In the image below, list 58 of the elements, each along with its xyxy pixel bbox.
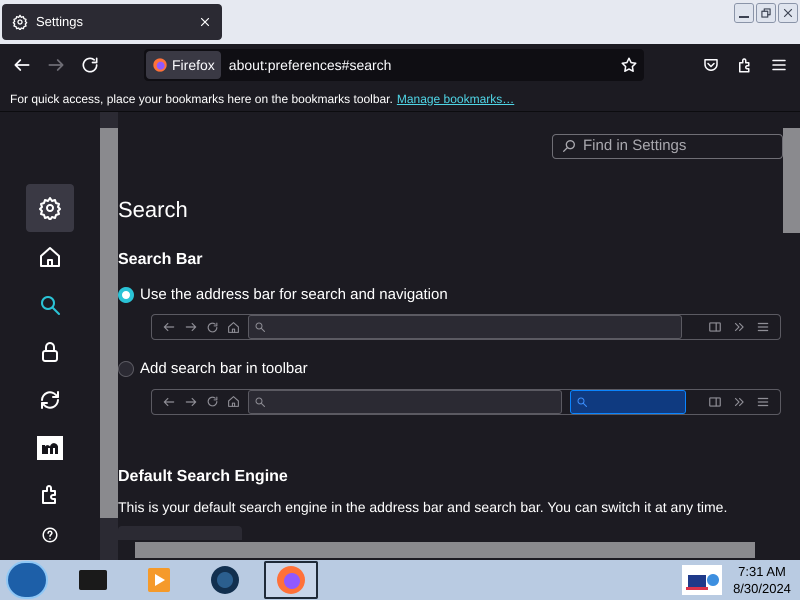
firefox-logo-icon bbox=[276, 565, 306, 595]
minimize-icon bbox=[739, 16, 749, 18]
minimize-button[interactable] bbox=[734, 3, 754, 23]
gear-icon bbox=[12, 14, 28, 30]
address-bar[interactable]: Firefox about:preferences#search bbox=[144, 49, 644, 81]
search-icon bbox=[254, 321, 266, 333]
restore-icon bbox=[759, 6, 773, 20]
close-button[interactable] bbox=[778, 3, 798, 23]
m-logo-icon bbox=[37, 436, 63, 460]
start-button[interactable] bbox=[6, 561, 48, 599]
network-icon[interactable] bbox=[682, 565, 722, 595]
search-icon bbox=[38, 293, 62, 317]
section-heading: Search Bar bbox=[118, 250, 204, 270]
sidebar-icon bbox=[708, 320, 722, 334]
play-icon bbox=[146, 566, 172, 594]
menu-icon bbox=[756, 320, 770, 334]
clock-date: 8/30/2024 bbox=[733, 580, 791, 597]
sync-icon bbox=[38, 388, 62, 412]
reload-icon bbox=[206, 320, 219, 334]
sidebar-icon bbox=[708, 394, 722, 408]
help-icon bbox=[41, 526, 59, 544]
find-in-settings-field[interactable]: Find in Settings bbox=[552, 134, 783, 158]
search-icon bbox=[561, 138, 577, 154]
bookmarks-hint: For quick access, place your bookmarks here on the bookmarks toolbar. bbox=[10, 90, 393, 108]
home-icon bbox=[227, 395, 240, 408]
taskbar-button[interactable] bbox=[264, 561, 318, 599]
tab-title: Settings bbox=[36, 13, 84, 32]
manage-bookmarks-link[interactable]: Manage bookmarks… bbox=[396, 90, 514, 108]
close-icon bbox=[781, 6, 795, 20]
radio-button[interactable] bbox=[118, 286, 134, 303]
scrollbar[interactable] bbox=[100, 112, 118, 560]
browser-tab[interactable]: Settings bbox=[2, 4, 222, 40]
gear-icon bbox=[38, 196, 62, 220]
back-icon bbox=[162, 320, 176, 334]
option-label: Use the address bar for search and navigation bbox=[140, 284, 448, 304]
url-text: about:preferences#search bbox=[228, 56, 392, 75]
home-icon bbox=[38, 245, 62, 269]
page-title: Search bbox=[118, 196, 189, 224]
search-icon bbox=[254, 396, 266, 408]
section-description: This is your default search engine in the address bar and search bar. You can switch it at any time. bbox=[118, 498, 728, 517]
forward-icon bbox=[184, 320, 198, 334]
section-heading: Default Search Engine bbox=[118, 466, 289, 486]
restore-button[interactable] bbox=[756, 3, 776, 23]
globe-icon bbox=[210, 565, 240, 595]
radio-button[interactable] bbox=[118, 361, 134, 378]
search-icon bbox=[576, 396, 588, 408]
reload-icon bbox=[206, 395, 219, 408]
clock-time: 7:31 AM bbox=[738, 563, 786, 580]
home-icon bbox=[227, 320, 240, 334]
reload-icon[interactable] bbox=[80, 55, 100, 75]
close-icon[interactable] bbox=[198, 15, 212, 29]
chevrons-icon bbox=[732, 320, 746, 334]
star-icon[interactable] bbox=[620, 56, 638, 74]
option-label: Add search bar in toolbar bbox=[140, 359, 308, 379]
firefox-logo-icon bbox=[152, 57, 168, 73]
sidebar-item[interactable] bbox=[26, 184, 74, 232]
identity-button[interactable]: Firefox bbox=[146, 51, 221, 79]
pocket-icon[interactable] bbox=[702, 56, 720, 74]
